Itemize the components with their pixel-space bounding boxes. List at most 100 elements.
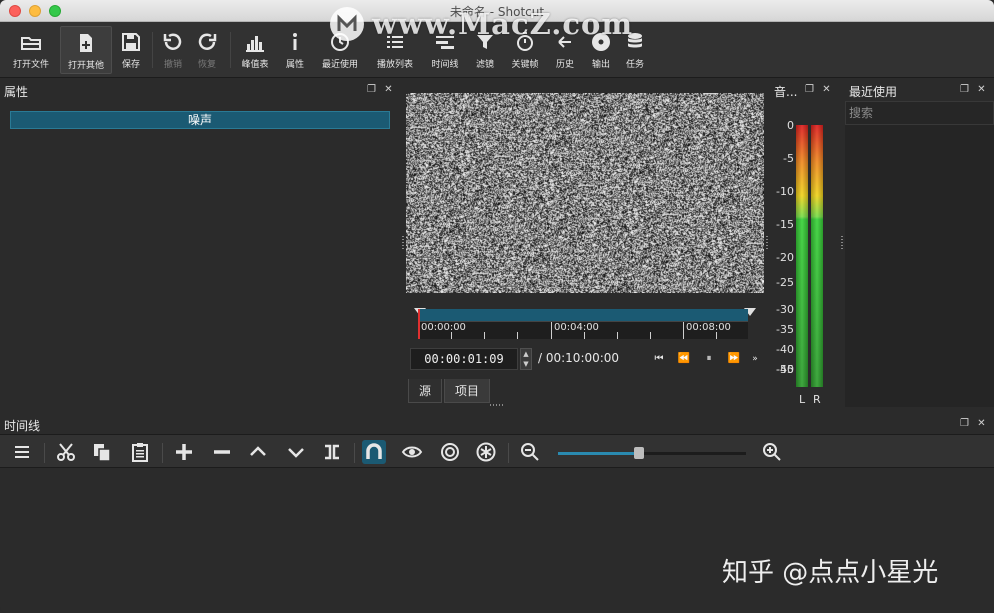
current-timecode-field[interactable]: 00:00:01:09 [410,348,518,370]
selected-producer-item[interactable]: 噪声 [10,111,390,129]
history-button[interactable]: 历史 [550,26,580,74]
database-icon [628,33,642,48]
splitter-handle[interactable] [490,404,504,406]
open-other-button[interactable]: 打开其他 [60,26,112,74]
playlist-icon [387,36,403,48]
audio-meter-title: 音... [774,85,798,99]
rewind-icon[interactable]: ⏪ [677,352,691,366]
float-panel-icon[interactable]: ❐ [366,84,377,95]
remove-minus-icon[interactable] [210,440,234,464]
undo-icon [163,33,182,50]
zoom-slider-fill [558,452,639,455]
splitter-handle[interactable] [766,236,768,250]
timeline-button[interactable]: 时间线 [426,26,464,74]
tab-source[interactable]: 源 [408,379,443,403]
recent-button[interactable]: 最近使用 [318,26,362,74]
disc-icon [592,33,610,51]
properties-button[interactable]: 属性 [280,26,310,74]
open-file-button[interactable]: 打开文件 [8,26,54,74]
right-channel-meter [811,125,823,387]
meter-tick-label: -15 [776,218,794,231]
redo-button[interactable]: 恢复 [192,26,222,74]
ripple-target-icon[interactable] [438,440,462,464]
zoom-slider-handle[interactable] [633,447,644,459]
zoom-out-icon[interactable] [518,440,542,464]
split-at-playhead-icon[interactable] [320,440,344,464]
snap-magnet-icon[interactable] [362,440,386,464]
meter-tick-label: -5 [783,152,794,165]
main-toolbar: 打开文件 打开其他 保存 撤销 恢复 峰值表 属性 最近使用 播放列表 时间线 … [0,22,994,78]
zoom-slider[interactable] [558,447,746,459]
skip-to-start-icon[interactable]: ⏮ [652,352,666,366]
close-panel-icon[interactable]: ✕ [821,84,832,95]
timeline-icon [436,36,454,49]
undo-button[interactable]: 撤销 [158,26,188,74]
properties-panel-title: 属性 [4,85,29,99]
append-plus-icon[interactable] [172,440,196,464]
pause-icon[interactable]: ⏸ [702,352,716,366]
window-title: 未命名 - Shotcut [449,5,545,19]
recent-panel-header: 最近使用 ❐ ✕ [845,81,994,99]
meter-tick-label: -10 [776,185,794,198]
title-bar: 未命名 - Shotcut [0,0,994,22]
more-controls-icon[interactable]: » [748,352,762,366]
save-button[interactable]: 保存 [116,26,146,74]
right-channel-label: R [813,393,821,406]
float-panel-icon[interactable]: ❐ [959,84,970,95]
copy-icon[interactable] [90,440,114,464]
audio-meter-panel: 音... ❐ ✕ 0 -5 -10 -15 -20 -25 -30 -35 -4… [770,79,840,407]
properties-panel-header: 属性 ❐ ✕ [0,81,400,99]
floppy-disk-icon [122,33,140,51]
meter-tick-label: -25 [776,276,794,289]
playhead[interactable] [418,309,420,339]
scrub-range-bar[interactable] [418,309,748,321]
keyframes-button[interactable]: 关键帧 [506,26,544,74]
time-ruler[interactable]: 00:00:00 00:04:00 00:08:00 [418,321,748,339]
timeline-menu-icon[interactable] [10,440,34,464]
meter-tick-label: -40 [776,343,794,356]
paste-icon[interactable] [128,440,152,464]
float-panel-icon[interactable]: ❐ [804,84,815,95]
close-panel-icon[interactable]: ✕ [976,418,987,429]
properties-panel: 属性 ❐ ✕ 噪声 属性 滤镜 [0,79,400,483]
left-channel-meter [796,125,808,387]
ripple-all-tracks-icon[interactable] [474,440,498,464]
total-duration: / 00:10:00:00 [538,351,620,365]
jobs-button[interactable]: 任务 [620,26,650,74]
info-icon [293,33,297,50]
fast-forward-icon[interactable]: ⏩ [727,352,741,366]
playlist-button[interactable]: 播放列表 [372,26,418,74]
timeline-tracks-area[interactable] [0,468,994,613]
left-channel-label: L [799,393,806,406]
meter-tick-label: -35 [776,323,794,336]
splitter-handle[interactable] [402,236,404,250]
meter-tick-label: -20 [776,251,794,264]
splitter-handle[interactable] [841,236,843,250]
filters-button[interactable]: 滤镜 [470,26,500,74]
peak-meter-button[interactable]: 峰值表 [238,26,272,74]
stopwatch-icon [517,32,533,51]
redo-icon [198,33,217,50]
lift-chevron-up-icon[interactable] [246,440,270,464]
close-panel-icon[interactable]: ✕ [383,84,394,95]
close-panel-icon[interactable]: ✕ [976,84,987,95]
recent-file-list[interactable] [845,125,994,407]
scrub-eye-icon[interactable] [400,440,424,464]
timeline-panel-title: 时间线 [4,419,41,433]
new-document-icon [80,34,92,52]
float-panel-icon[interactable]: ❐ [959,418,970,429]
recent-search-input[interactable]: 搜索 [845,101,994,125]
timecode-stepper[interactable]: ▲ ▼ [520,348,532,370]
ruler-label: 00:00:00 [421,322,466,333]
meter-tick-label: -30 [776,303,794,316]
timeline-panel-header: 时间线 ❐ ✕ [0,414,994,434]
zoom-in-icon[interactable] [760,440,784,464]
overwrite-chevron-down-icon[interactable] [284,440,308,464]
tab-project[interactable]: 项目 [444,379,491,403]
ruler-label: 00:08:00 [686,322,731,333]
clock-icon [331,33,349,51]
export-button[interactable]: 输出 [586,26,616,74]
player-scrubber[interactable]: 00:00:00 00:04:00 00:08:00 [414,307,756,339]
player-tabbar: 源 项目 [408,379,491,405]
cut-icon[interactable] [54,440,78,464]
